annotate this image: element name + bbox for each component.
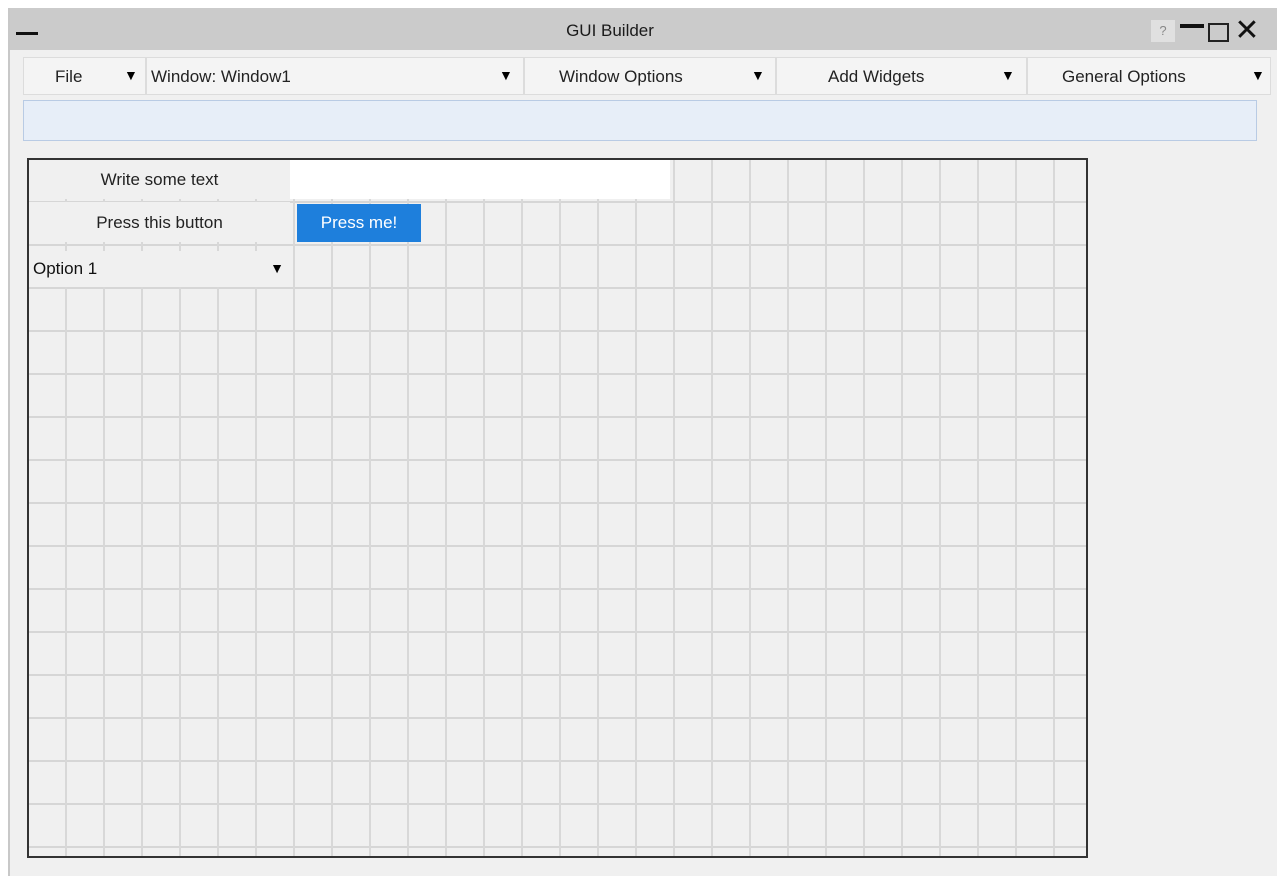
general-options-label: General Options <box>1062 67 1186 86</box>
chevron-down-icon: ▼ <box>270 260 284 276</box>
design-canvas[interactable]: Write some text Press this button Press … <box>27 158 1088 858</box>
file-menu-label: File <box>55 67 83 86</box>
press-me-button[interactable]: Press me! <box>297 204 421 242</box>
message-bar <box>23 100 1257 141</box>
general-options-menu[interactable]: General Options ▼ <box>1027 57 1271 95</box>
combo-value: Option 1 <box>33 259 98 278</box>
window-select-dropdown[interactable]: Window: Window1 ▼ <box>146 57 524 95</box>
add-widgets-menu[interactable]: Add Widgets ▼ <box>776 57 1027 95</box>
chevron-down-icon: ▼ <box>1001 67 1015 83</box>
chevron-down-icon: ▼ <box>499 67 513 83</box>
chevron-down-icon: ▼ <box>1251 67 1265 83</box>
button-label: Press this button <box>29 202 290 242</box>
window-options-menu[interactable]: Window Options ▼ <box>524 57 776 95</box>
maximize-icon[interactable] <box>1208 23 1229 42</box>
close-icon[interactable]: ✕ <box>1232 16 1262 46</box>
window-select-label: Window: Window1 <box>151 67 291 86</box>
window-options-label: Window Options <box>559 67 683 86</box>
window-title: GUI Builder <box>566 21 654 40</box>
chevron-down-icon: ▼ <box>751 67 765 83</box>
chevron-down-icon: ▼ <box>124 67 138 83</box>
text-input[interactable] <box>290 160 670 199</box>
text-field-label: Write some text <box>29 160 290 199</box>
file-menu-button[interactable]: File ▼ <box>23 57 146 95</box>
option-combo-box[interactable]: Option 1 ▼ <box>29 251 290 287</box>
add-widgets-label: Add Widgets <box>828 67 925 86</box>
title-bar[interactable]: GUI Builder ? ✕ <box>10 8 1277 50</box>
minimize-icon[interactable] <box>1180 24 1204 28</box>
help-icon[interactable]: ? <box>1151 20 1175 42</box>
gui-builder-window: GUI Builder ? ✕ File ▼ Window: Window1 ▼… <box>8 8 1277 876</box>
